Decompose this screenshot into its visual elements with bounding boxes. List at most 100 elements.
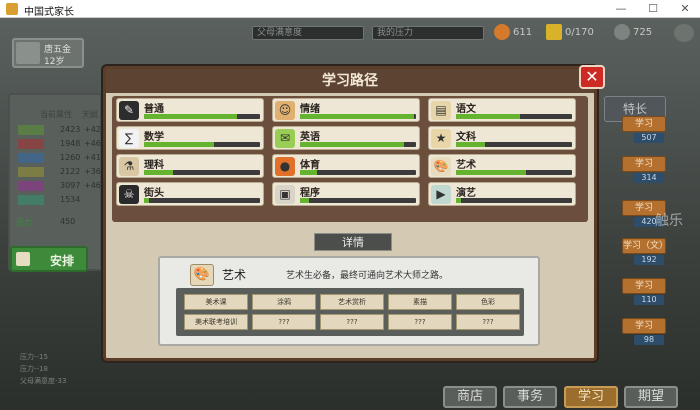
subject-label: 文科 xyxy=(456,132,476,143)
subject-card[interactable]: ▶ 演艺 xyxy=(428,182,576,206)
subject-label: 英语 xyxy=(300,132,320,143)
basketball-icon: ● xyxy=(275,157,295,176)
nav-expect[interactable]: 期望 xyxy=(624,386,678,408)
course-chip[interactable]: ??? xyxy=(456,314,520,330)
points-stat: 725 xyxy=(614,24,652,42)
subject-card[interactable]: ● 体育 xyxy=(272,154,420,178)
subject-card[interactable]: ★ 文科 xyxy=(428,126,576,150)
subject-progress-bar xyxy=(144,114,260,119)
subject-label: 数学 xyxy=(144,132,164,143)
subject-progress-bar xyxy=(300,114,416,119)
settings-icon[interactable] xyxy=(674,24,694,42)
course-list: 美术课 涂鸦 艺术赏析 素描 色彩美术联考培训???????????? xyxy=(176,288,524,336)
energy-icon xyxy=(546,24,562,40)
detail-description: 艺术生必备，最终可通向艺术大师之路。 xyxy=(286,271,449,281)
status-line: 父母满意度-33 xyxy=(20,377,67,385)
course-chip[interactable]: 美术课 xyxy=(184,294,248,310)
study-value: 507 xyxy=(634,133,664,143)
subject-grid: ✎ 普通 ☺ 情绪 ▤ 语文 ∑ 数学 ✉ 英语 ★ 文科 ⚗ 理科 ● 体育 🎨 艺术 ☠ 街头 ▣ 程序 ▶ 演艺 xyxy=(112,96,588,222)
stress-label: 压力 xyxy=(16,218,32,227)
nav-shop[interactable]: 商店 xyxy=(443,386,497,408)
subject-progress-fill xyxy=(144,198,149,203)
attr-delta: +42/ xyxy=(84,125,104,134)
course-chip[interactable]: ??? xyxy=(252,314,316,330)
minimize-button[interactable]: — xyxy=(614,2,628,16)
subject-card[interactable]: ⚗ 理科 xyxy=(116,154,264,178)
study-button[interactable]: 学习 xyxy=(622,156,666,172)
subject-progress-fill xyxy=(300,198,310,203)
subject-card[interactable]: ∑ 数学 xyxy=(116,126,264,150)
close-dialog-button[interactable]: ✕ xyxy=(579,65,605,89)
subject-card[interactable]: ✎ 普通 xyxy=(116,98,264,122)
subject-card[interactable]: ▤ 语文 xyxy=(428,98,576,122)
subject-progress-fill xyxy=(144,170,173,175)
watermark: 触乐 xyxy=(655,213,683,229)
subject-progress-fill xyxy=(456,170,526,175)
status-line: 压力--15 xyxy=(20,353,48,361)
subject-progress-bar xyxy=(144,170,260,175)
player-card[interactable]: 唐五金 12岁 xyxy=(12,38,84,68)
parent-satisfaction-bar: 父母满意度 xyxy=(252,26,364,40)
emotion-icon: ☺ xyxy=(275,101,295,120)
subject-card[interactable]: 🎨 艺术 xyxy=(428,154,576,178)
english-icon: ✉ xyxy=(275,129,295,148)
subject-progress-bar xyxy=(456,114,572,119)
subject-label: 理科 xyxy=(144,160,164,171)
subject-label: 语文 xyxy=(456,104,476,115)
subject-label: 普通 xyxy=(144,104,164,115)
attr-delta: +46/ xyxy=(84,181,104,190)
subject-card[interactable]: ☠ 街头 xyxy=(116,182,264,206)
subject-progress-fill xyxy=(144,114,237,119)
subject-card[interactable]: ▣ 程序 xyxy=(272,182,420,206)
subject-label: 街头 xyxy=(144,188,164,199)
course-chip[interactable]: 色彩 xyxy=(456,294,520,310)
course-chip[interactable]: 美术联考培训 xyxy=(184,314,248,330)
player-age: 12岁 xyxy=(44,57,65,67)
course-chip[interactable]: 素描 xyxy=(388,294,452,310)
arrange-button[interactable]: 安排 xyxy=(10,246,88,272)
science-icon: ⚗ xyxy=(119,157,139,176)
window-title: 中国式家长 xyxy=(24,7,74,18)
attr-color-chip xyxy=(18,181,44,191)
course-chip[interactable]: ??? xyxy=(388,314,452,330)
attr-delta: +46/ xyxy=(84,139,104,148)
money-icon xyxy=(494,24,510,40)
subject-progress-fill xyxy=(300,114,414,119)
attr-header-gain: 天赋 xyxy=(82,110,98,119)
study-value: 110 xyxy=(634,295,664,305)
subject-progress-fill xyxy=(456,198,461,203)
calendar-icon xyxy=(16,252,30,266)
stress-bar: 我的压力 xyxy=(372,26,484,40)
subject-progress-fill xyxy=(456,142,485,147)
study-path-dialog: 学习路径 ✕ ✎ 普通 ☺ 情绪 ▤ 语文 ∑ 数学 ✉ 英语 ★ 文科 ⚗ 理科 ● 体育 🎨 艺术 ☠ 街头 ▣ 程序… xyxy=(103,65,605,361)
status-line: 压力--18 xyxy=(20,365,48,373)
attributes-panel: 当前属性 天赋 2423 +42/ 1948 +46/ 1260 +41/ 2122 +… xyxy=(8,93,104,271)
subject-progress-bar xyxy=(300,170,416,175)
study-button[interactable]: 学习 xyxy=(622,278,666,294)
subject-progress-bar xyxy=(456,170,572,175)
course-chip[interactable]: 艺术赏析 xyxy=(320,294,384,310)
close-window-button[interactable]: ✕ xyxy=(678,2,692,16)
attr-color-chip xyxy=(18,167,44,177)
avatar xyxy=(16,42,40,64)
attr-row: 1260 +41/ xyxy=(18,153,104,165)
window-titlebar: 中国式家长 — ☐ ✕ xyxy=(0,0,700,18)
subject-label: 演艺 xyxy=(456,188,476,199)
study-button[interactable]: 学习（文） xyxy=(622,238,668,254)
maximize-button[interactable]: ☐ xyxy=(646,2,660,16)
course-chip[interactable]: 涂鸦 xyxy=(252,294,316,310)
study-button[interactable]: 学习 xyxy=(622,116,666,132)
study-value: 314 xyxy=(634,173,664,183)
study-value: 98 xyxy=(634,335,664,345)
subject-card[interactable]: ☺ 情绪 xyxy=(272,98,420,122)
computer-icon: ▣ xyxy=(275,185,295,204)
course-chip[interactable]: ??? xyxy=(320,314,384,330)
nav-affairs[interactable]: 事务 xyxy=(503,386,557,408)
attr-row: 3097 +46/ xyxy=(18,181,104,193)
nav-study[interactable]: 学习 xyxy=(564,386,618,408)
subject-card[interactable]: ✉ 英语 xyxy=(272,126,420,150)
performance-icon: ▶ xyxy=(431,185,451,204)
money-stat: 611 xyxy=(494,24,532,42)
study-button[interactable]: 学习 xyxy=(622,318,666,334)
subject-progress-bar xyxy=(144,142,260,147)
